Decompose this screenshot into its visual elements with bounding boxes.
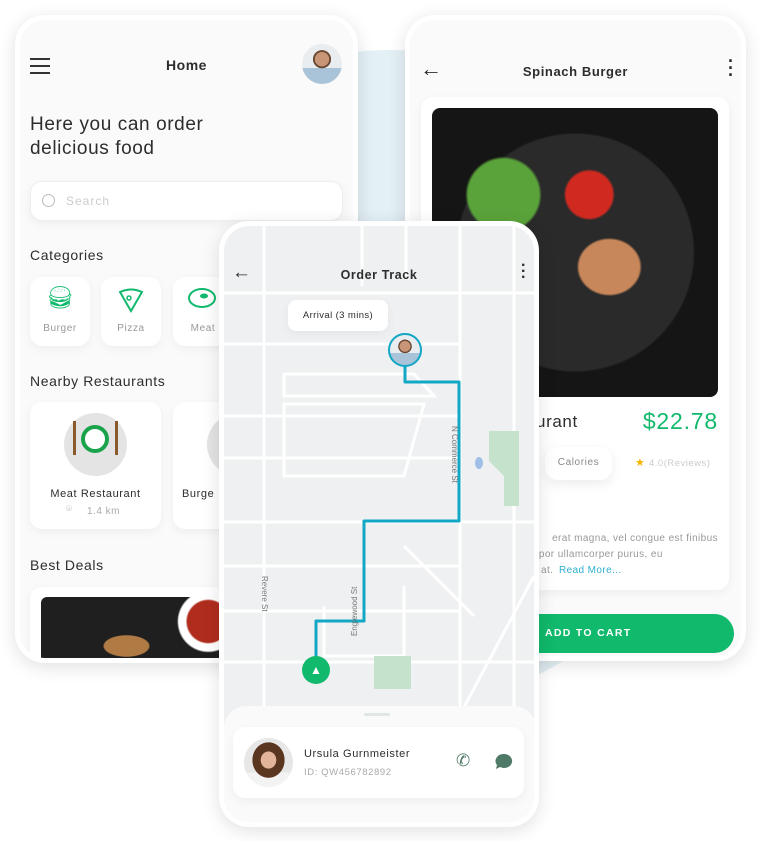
description-line: erat magna, vel congue est finibus bbox=[552, 533, 718, 544]
arrival-tooltip: Arrival (3 mins) bbox=[288, 300, 388, 331]
headline-line-1: Here you can order bbox=[30, 114, 204, 135]
restaurant-distance: 1.4 km bbox=[87, 506, 121, 517]
star-icon: ★ bbox=[635, 457, 645, 469]
category-burger[interactable]: 🍔︎ Burger bbox=[30, 277, 90, 346]
categories-heading: Categories bbox=[30, 247, 104, 263]
read-more-link[interactable]: Read More... bbox=[559, 565, 622, 576]
deal-image bbox=[41, 597, 231, 658]
search-placeholder: Search bbox=[66, 194, 111, 208]
search-icon bbox=[42, 194, 55, 207]
burger-icon: 🍔︎ bbox=[46, 285, 74, 310]
drag-handle[interactable] bbox=[364, 713, 390, 716]
meat-icon bbox=[188, 288, 216, 308]
location-pin-icon: ⌾ bbox=[66, 504, 72, 515]
headline-line-2: delicious food bbox=[30, 138, 155, 159]
description-line: at. bbox=[541, 565, 554, 576]
courier-card: Ursula Gurnmeister ID: QW456782892 ✆ bbox=[233, 727, 524, 798]
category-label: Pizza bbox=[117, 323, 145, 334]
courier-location-avatar[interactable] bbox=[388, 333, 422, 367]
calories-chip[interactable]: Calories bbox=[545, 447, 612, 480]
category-label: Burger bbox=[43, 323, 77, 334]
arrival-text: Arrival (3 mins) bbox=[302, 310, 374, 321]
pizza-icon bbox=[118, 288, 144, 313]
route-line bbox=[314, 350, 461, 669]
navigation-marker-icon: ▲ bbox=[302, 656, 330, 684]
search-input[interactable]: Search bbox=[30, 181, 343, 221]
description-line: tempor ullamcorper purus, eu bbox=[521, 549, 663, 560]
user-avatar[interactable] bbox=[302, 44, 342, 84]
rating: 4.0(Reviews) bbox=[649, 458, 711, 469]
more-options-icon[interactable]: · · · bbox=[521, 258, 526, 286]
add-to-cart-label: ADD TO CART bbox=[545, 627, 632, 639]
restaurant-name: Burge bbox=[182, 488, 215, 500]
courier-name: Ursula Gurnmeister bbox=[304, 748, 411, 760]
category-pizza[interactable]: Pizza bbox=[101, 277, 161, 346]
phone-icon[interactable]: ✆ bbox=[456, 751, 470, 771]
page-title: Order Track bbox=[340, 268, 418, 282]
street-label: N Commerce St bbox=[450, 426, 459, 484]
street-label: Revere St bbox=[260, 576, 269, 612]
page-title: Spinach Burger bbox=[522, 64, 629, 79]
calories-label: Calories bbox=[557, 457, 600, 468]
price: $22.78 bbox=[642, 408, 718, 434]
restaurant-logo bbox=[64, 413, 127, 476]
restaurant-card[interactable]: Meat Restaurant ⌾ 1.4 km bbox=[30, 402, 161, 529]
order-track-screen: Revere St N Commerce St Englewood St ← O… bbox=[219, 221, 539, 827]
courier-sheet: Ursula Gurnmeister ID: QW456782892 ✆ bbox=[224, 706, 534, 822]
courier-id: ID: QW456782892 bbox=[304, 767, 392, 778]
chat-icon[interactable] bbox=[495, 753, 513, 771]
more-options-icon[interactable]: · · · bbox=[728, 52, 734, 84]
street-label: Englewood St bbox=[350, 586, 359, 636]
best-deals-heading: Best Deals bbox=[30, 557, 104, 573]
deal-card[interactable] bbox=[30, 587, 231, 658]
nearby-heading: Nearby Restaurants bbox=[30, 373, 166, 389]
restaurant-name: Meat Restaurant bbox=[50, 488, 141, 500]
courier-avatar bbox=[244, 738, 293, 787]
